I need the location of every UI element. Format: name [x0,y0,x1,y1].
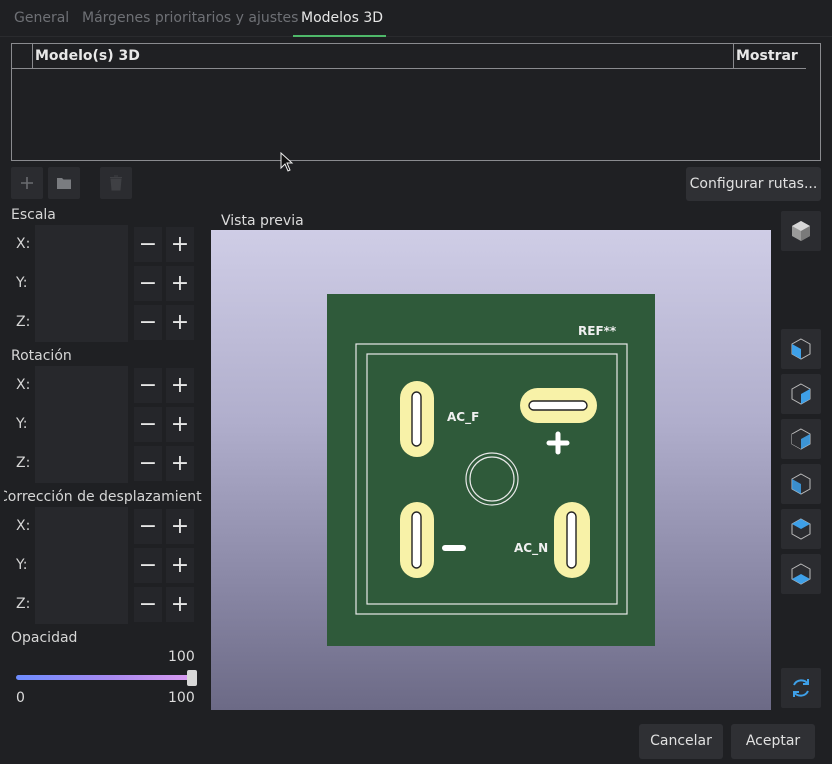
scale-x-decrement[interactable]: − [134,227,162,262]
view-top-button[interactable] [781,509,821,549]
cube-back-icon [791,383,811,405]
configure-paths-button[interactable]: Configurar rutas... [686,167,821,201]
offset-x-decrement[interactable]: − [134,509,162,544]
tab-general[interactable]: General [14,0,69,37]
add-model-button[interactable] [11,167,43,199]
offset-z-increment[interactable]: + [166,587,194,622]
drill-ac-n [566,511,577,569]
scale-y-label: Y: [16,275,28,291]
offset-y-decrement[interactable]: − [134,548,162,583]
rotation-z-decrement[interactable]: − [134,446,162,481]
scale-label: Escala [11,207,56,223]
view-front-button[interactable] [781,329,821,369]
tab-3d-models[interactable]: Modelos 3D [301,0,383,37]
rotation-y-input[interactable] [35,405,128,444]
ref-label: REF** [578,324,617,338]
rotation-y-increment[interactable]: + [166,407,194,442]
cube-3d-icon [792,221,810,241]
browse-model-button[interactable] [48,167,80,199]
offset-z-input[interactable] [35,585,128,624]
table-header: Modelo(s) 3D Mostrar [12,44,806,69]
pcb-board [327,294,655,646]
opacity-min-label: 0 [16,690,25,706]
scale-y-input[interactable] [35,264,128,303]
trash-icon [110,175,122,191]
scale-z-label: Z: [16,314,31,330]
column-header-models[interactable]: Modelo(s) 3D [32,44,733,68]
cube-right-icon [791,473,811,495]
offset-y-input[interactable] [35,546,128,585]
view-back-button[interactable] [781,374,821,414]
mouse-cursor-icon [280,152,294,172]
refresh-icon [793,679,809,697]
view-left-button[interactable] [781,419,821,459]
scale-z-increment[interactable]: + [166,305,194,340]
rotation-y-decrement[interactable]: − [134,407,162,442]
offset-label: Corrección de desplazamiento [4,489,202,505]
active-tab-indicator [293,35,386,37]
models-table[interactable]: Modelo(s) 3D Mostrar [11,43,821,161]
plus-icon [21,177,33,189]
offset-x-input[interactable] [35,507,128,546]
drill-ac-f [411,391,422,447]
view-3d-button[interactable] [781,211,821,251]
ac-f-label: AC_F [447,410,479,425]
opacity-value: 100 [168,649,195,665]
scale-x-label: X: [16,236,31,252]
drill-minus [411,511,422,569]
cancel-button[interactable]: Cancelar [639,724,723,759]
footprint-render: REF** AC_F AC_N [327,294,655,646]
rotation-label: Rotación [11,348,72,364]
cube-bottom-icon [791,563,811,585]
offset-y-increment[interactable]: + [166,548,194,583]
preview-title: Vista previa [221,213,304,229]
rotation-z-increment[interactable]: + [166,446,194,481]
rotation-x-label: X: [16,377,31,393]
tab-margins[interactable]: Márgenes prioritarios y ajustes [82,0,298,37]
folder-icon [57,178,71,189]
column-header-show[interactable]: Mostrar [733,44,806,68]
scale-z-input[interactable] [35,303,128,342]
opacity-max-label: 100 [168,690,195,706]
opacity-label: Opacidad [11,630,78,646]
drill-plus [528,400,588,411]
view-right-button[interactable] [781,464,821,504]
rotation-x-input[interactable] [35,366,128,405]
scale-y-increment[interactable]: + [166,266,194,301]
view-bottom-button[interactable] [781,554,821,594]
offset-label-text: Corrección de desplazamiento [4,489,202,505]
rotation-z-label: Z: [16,455,31,471]
scale-x-input[interactable] [35,225,128,264]
scale-x-increment[interactable]: + [166,227,194,262]
offset-y-label: Y: [16,557,28,573]
offset-z-label: Z: [16,596,31,612]
opacity-slider-handle[interactable] [187,670,197,686]
scale-z-decrement[interactable]: − [134,305,162,340]
scale-y-decrement[interactable]: − [134,266,162,301]
offset-z-decrement[interactable]: − [134,587,162,622]
accept-button[interactable]: Aceptar [731,724,815,759]
cube-front-icon [791,338,811,360]
reload-button[interactable] [781,668,821,708]
ac-n-label: AC_N [514,541,548,556]
tab-bar: General Márgenes prioritarios y ajustes … [0,0,832,37]
rotation-z-input[interactable] [35,444,128,483]
offset-x-increment[interactable]: + [166,509,194,544]
rotation-x-increment[interactable]: + [166,368,194,403]
preview-canvas[interactable]: REF** AC_F AC_N [211,230,771,710]
rotation-x-decrement[interactable]: − [134,368,162,403]
rotation-y-label: Y: [16,416,28,432]
cube-left-icon [791,428,811,450]
offset-x-label: X: [16,518,31,534]
opacity-slider-track[interactable] [16,675,192,680]
delete-model-button[interactable] [100,167,132,199]
cube-top-icon [791,518,811,540]
